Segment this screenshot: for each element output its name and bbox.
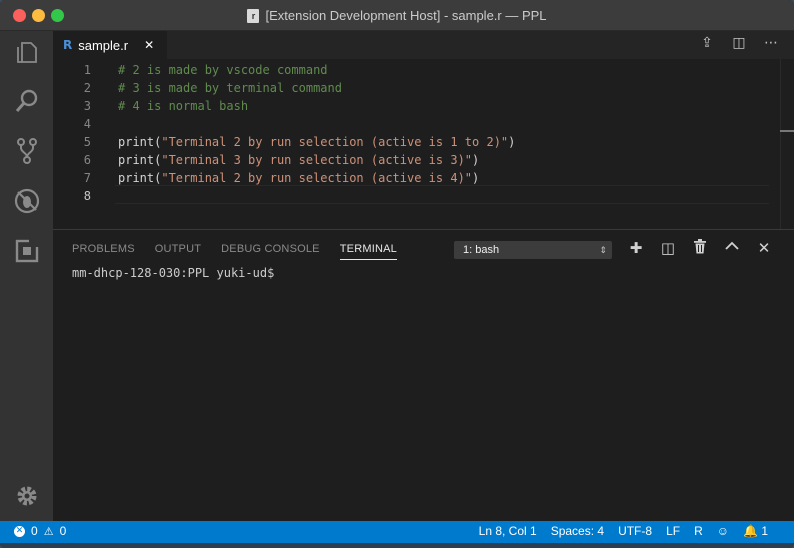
settings-gear-icon[interactable] (10, 479, 43, 512)
warning-icon: ⚠ (43, 524, 54, 538)
activity-bar (0, 31, 53, 521)
line-number: 6 (83, 153, 91, 167)
code-text: print("Terminal 2 by run selection (acti… (118, 169, 479, 187)
bottom-panel: PROBLEMS OUTPUT DEBUG CONSOLE TERMINAL 1… (53, 229, 794, 521)
close-tab-icon[interactable]: ✕ (144, 38, 154, 52)
code-token: "Terminal 2 by run selection (active is … (161, 135, 509, 149)
error-count: 0 (31, 524, 38, 538)
status-problems[interactable]: ✕ 0 ⚠ 0 (14, 524, 66, 538)
code-token: print( (118, 153, 162, 167)
editor-actions: ⇪ ◫ ⋯ (698, 35, 780, 51)
error-icon: ✕ (14, 525, 25, 537)
terminal-select-value: 1: bash (463, 244, 500, 256)
code-line[interactable]: 5 print("Terminal 2 by run selection (act… (53, 133, 769, 151)
code-token: "Terminal 2 by run selection (active is … (161, 171, 473, 185)
code-line[interactable]: 8 (53, 187, 769, 205)
code-token: print( (118, 171, 162, 185)
code-text: # 4 is normal bash (118, 97, 248, 115)
code-token: ) (472, 171, 480, 185)
line-number: 8 (83, 189, 91, 203)
panel-actions: ✚ ◫ ✕ (627, 239, 773, 258)
end-of-line[interactable]: LF (666, 524, 680, 538)
code-token: # 2 is made by vscode command (118, 63, 328, 77)
debug-icon[interactable] (10, 184, 43, 217)
warning-count: 0 (59, 524, 67, 538)
scrollbar-cursor-mark (780, 130, 794, 132)
line-number: 1 (83, 63, 91, 77)
more-actions-icon[interactable]: ⋯ (762, 35, 780, 51)
indentation[interactable]: Spaces: 4 (551, 524, 604, 538)
line-number: 5 (83, 135, 91, 149)
desktop-strip (0, 543, 794, 548)
maximize-panel-icon[interactable] (723, 239, 741, 258)
notifications[interactable]: 🔔 1 (743, 524, 768, 538)
line-number: 7 (83, 171, 91, 185)
split-editor-icon[interactable]: ◫ (730, 35, 748, 51)
code-token: "Terminal 3 by run selection (active is … (161, 153, 473, 167)
language-mode[interactable]: R (694, 524, 703, 538)
code-text: print("Terminal 2 by run selection (acti… (118, 133, 515, 151)
window-title: [Extension Development Host] - sample.r … (265, 8, 547, 23)
code-token: ) (508, 135, 516, 149)
terminal-prompt[interactable]: mm-dhcp-128-030:PPL yuki-ud$ (72, 266, 274, 280)
code-line[interactable]: 6 print("Terminal 3 by run selection (act… (53, 151, 769, 169)
terminal-select[interactable]: 1: bash ⇕ (454, 241, 612, 259)
line-number: 4 (83, 117, 91, 131)
status-right: Ln 8, Col 1 Spaces: 4 UTF-8 LF R ☺ 🔔 1 (479, 524, 768, 538)
tab-sample-r[interactable]: R sample.r ✕ (53, 31, 167, 59)
code-line[interactable]: 3 # 4 is normal bash (53, 97, 769, 115)
code-token: print( (118, 135, 162, 149)
code-line[interactable]: 4 (53, 115, 769, 133)
notification-count: 1 (761, 524, 768, 538)
vscode-window: r [Extension Development Host] - sample.… (0, 0, 794, 548)
r-file-icon: r (247, 8, 260, 23)
tab-problems[interactable]: PROBLEMS (72, 243, 135, 260)
code-token: # 3 is made by terminal command (118, 81, 342, 95)
line-number: 3 (83, 99, 91, 113)
code-text: # 3 is made by terminal command (118, 79, 342, 97)
r-language-icon: R (63, 38, 73, 52)
code-token: ) (472, 153, 480, 167)
code-line[interactable]: 1 # 2 is made by vscode command (53, 61, 769, 79)
select-arrows-icon: ⇕ (599, 245, 607, 255)
bell-icon: 🔔 (743, 524, 758, 538)
encoding[interactable]: UTF-8 (618, 524, 652, 538)
code-line[interactable]: 7 print("Terminal 2 by run selection (act… (53, 169, 769, 187)
line-number: 2 (83, 81, 91, 95)
code-text: print("Terminal 3 by run selection (acti… (118, 151, 479, 169)
close-panel-icon[interactable]: ✕ (755, 239, 773, 258)
source-control-icon[interactable] (10, 134, 43, 167)
new-terminal-icon[interactable]: ✚ (627, 239, 645, 258)
split-terminal-icon[interactable]: ◫ (659, 239, 677, 258)
editor-scrollbar[interactable] (780, 59, 794, 229)
search-icon[interactable] (10, 84, 43, 117)
cursor-position[interactable]: Ln 8, Col 1 (479, 524, 537, 538)
editor-tab-bar: R sample.r ✕ ⇪ ◫ ⋯ (53, 31, 794, 59)
kill-terminal-icon[interactable] (691, 239, 709, 258)
tab-debug-console[interactable]: DEBUG CONSOLE (221, 243, 320, 260)
tab-terminal[interactable]: TERMINAL (339, 243, 397, 260)
code-line[interactable]: 2 # 3 is made by terminal command (53, 79, 769, 97)
status-bar: ✕ 0 ⚠ 0 Ln 8, Col 1 Spaces: 4 UTF-8 LF R… (0, 521, 794, 543)
window-title-wrap: r [Extension Development Host] - sample.… (0, 0, 794, 31)
code-editor[interactable]: 1 # 2 is made by vscode command 2 # 3 is ma… (53, 59, 794, 229)
code-token: # 4 is normal bash (118, 99, 249, 113)
tab-label: sample.r (78, 37, 129, 53)
extensions-icon[interactable] (10, 234, 43, 267)
title-bar: r [Extension Development Host] - sample.… (0, 0, 794, 31)
explorer-icon[interactable] (10, 35, 43, 68)
tab-output[interactable]: OUTPUT (155, 243, 201, 260)
feedback-smiley-icon[interactable]: ☺ (717, 524, 729, 538)
code-text: # 2 is made by vscode command (118, 61, 328, 79)
panel-tabs: PROBLEMS OUTPUT DEBUG CONSOLE TERMINAL (72, 243, 397, 260)
open-preview-icon[interactable]: ⇪ (698, 35, 716, 51)
